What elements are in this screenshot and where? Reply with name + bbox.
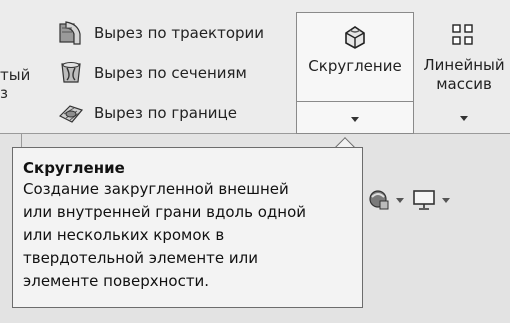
swept-cut-label: Вырез по траектории	[94, 24, 265, 42]
lofted-cut-label: Вырез по сечениям	[94, 64, 247, 82]
tooltip-line: элементе поверхности.	[23, 272, 210, 290]
linear-pattern-button[interactable]: Линейный массив	[418, 12, 510, 134]
boundary-cut-icon	[56, 99, 86, 127]
chevron-down-icon	[351, 116, 359, 122]
fillet-main[interactable]: Скругление	[297, 13, 413, 101]
swept-cut-icon	[56, 19, 86, 47]
fillet-dropdown[interactable]	[297, 109, 413, 129]
tooltip: Скругление Создание закругленной внешней…	[12, 147, 363, 308]
partial-label-top: тый	[0, 66, 31, 84]
linear-pattern-icon	[448, 20, 478, 50]
lofted-cut-button[interactable]: Вырез по сечениям	[56, 58, 247, 88]
tooltip-title: Скругление	[23, 159, 125, 177]
view-toolbar	[368, 186, 458, 214]
ribbon: тый з Вырез по траектории Вырез по сечен…	[0, 0, 510, 134]
linear-pattern-label: Линейный массив	[418, 56, 510, 94]
tooltip-line: или внутренней грани вдоль одной	[23, 203, 307, 221]
chevron-down-icon[interactable]	[460, 116, 468, 121]
tooltip-line: твердотельной элементе или	[23, 249, 258, 267]
partial-label-bottom: з	[0, 84, 8, 102]
linear-pattern-label-line1: Линейный	[423, 56, 505, 74]
tooltip-line: или нескольких кромок в	[23, 226, 225, 244]
linear-pattern-label-line2: массив	[436, 75, 492, 93]
fillet-label: Скругление	[308, 57, 402, 75]
fillet-button[interactable]: Скругление	[296, 12, 414, 134]
lofted-cut-icon	[56, 59, 86, 87]
display-monitor-icon[interactable]	[412, 189, 436, 211]
fillet-icon	[340, 23, 370, 51]
swept-cut-button[interactable]: Вырез по траектории	[56, 18, 264, 48]
chevron-down-icon[interactable]	[442, 197, 450, 203]
divider	[21, 134, 22, 147]
chevron-down-icon[interactable]	[396, 197, 404, 203]
fillet-divider	[297, 101, 413, 102]
tooltip-line: Создание закругленной внешней	[23, 180, 289, 198]
boundary-cut-button[interactable]: Вырез по границе	[56, 98, 237, 128]
appearance-icon[interactable]	[368, 189, 390, 211]
boundary-cut-label: Вырез по границе	[94, 104, 237, 122]
